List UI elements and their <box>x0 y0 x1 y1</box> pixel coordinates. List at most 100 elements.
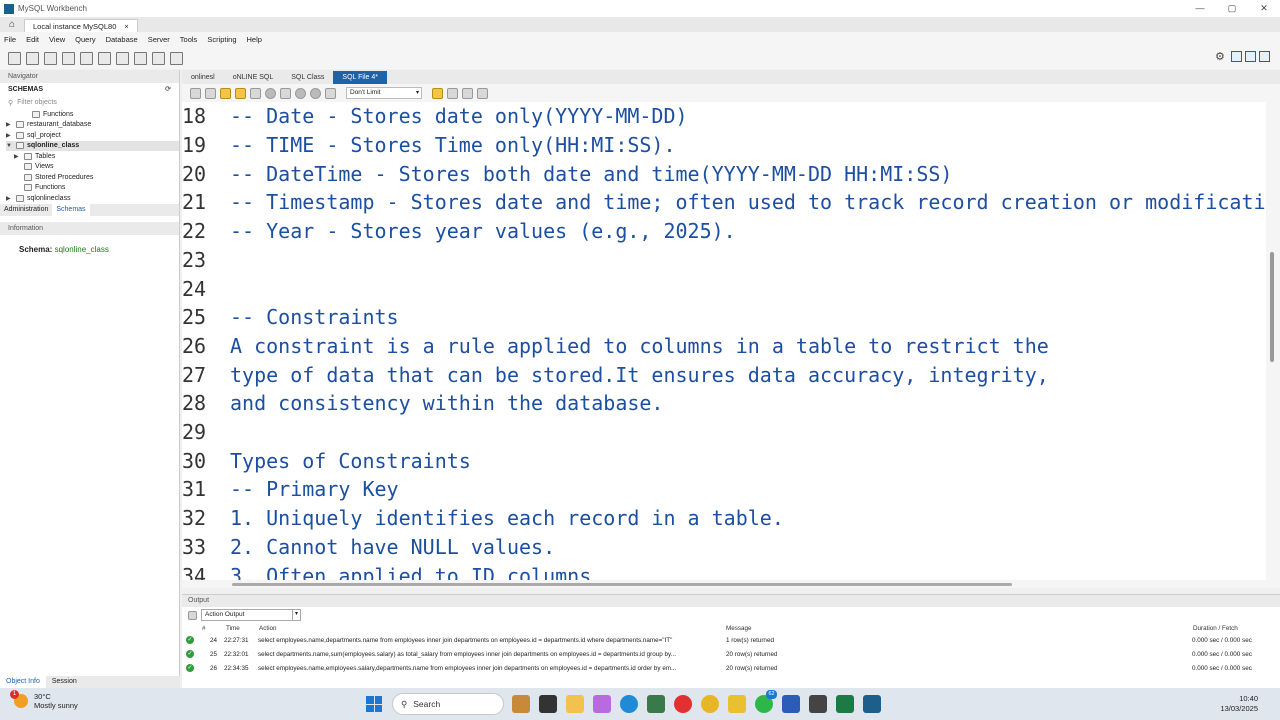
toggle-sidebar-icon[interactable] <box>1231 51 1242 62</box>
windows-start-icon[interactable] <box>366 696 382 712</box>
menu-edit[interactable]: Edit <box>26 35 39 44</box>
menu-bar: File Edit View Query Database Server Too… <box>0 32 1280 47</box>
menu-file[interactable]: File <box>4 35 16 44</box>
chrome-icon[interactable] <box>701 695 719 713</box>
menu-view[interactable]: View <box>49 35 65 44</box>
chevron-right-icon[interactable]: ▶ <box>6 132 13 139</box>
file-explorer-icon[interactable] <box>566 695 584 713</box>
chevron-right-icon[interactable]: ▶ <box>6 195 13 202</box>
query-tab[interactable]: SQL Class <box>282 71 333 84</box>
output-row[interactable]: ✓ 26 22:34:35 select employees.name,employe… <box>182 661 1280 675</box>
chevron-down-icon[interactable]: ▼ <box>6 143 13 149</box>
limit-select[interactable]: Don't Limit ▾ <box>346 87 422 99</box>
minimize-button[interactable]: — <box>1184 0 1216 17</box>
weather-icon: 1 <box>10 690 28 708</box>
word-wrap-icon[interactable] <box>477 87 488 99</box>
menu-tools[interactable]: Tools <box>180 35 198 44</box>
beautify-icon[interactable] <box>432 87 443 99</box>
toggle-error-icon[interactable] <box>280 87 291 99</box>
tree-item[interactable]: ▼ sqlonline_class <box>6 140 179 151</box>
filter-objects[interactable]: ⚲ Filter objects <box>0 96 179 109</box>
menu-server[interactable]: Server <box>148 35 170 44</box>
create-table-icon[interactable] <box>80 51 93 65</box>
copy-icon[interactable] <box>188 610 197 620</box>
commit-icon[interactable] <box>295 87 306 99</box>
output-type-select[interactable]: Action Output ▾ <box>201 609 301 621</box>
tree-item[interactable]: ▶ sqlonlineclass <box>6 193 179 204</box>
home-icon[interactable]: ⌂ <box>0 17 24 32</box>
refresh-icon[interactable]: ⟳ <box>165 83 171 96</box>
output-row[interactable]: ✓ 25 22:32:01 select departments.name,sum(e… <box>182 647 1280 661</box>
sql-editor[interactable]: 18 -- Date - Stores date only(YYYY-MM-DD)… <box>182 102 1266 580</box>
store-icon[interactable] <box>647 695 665 713</box>
sticky-notes-icon[interactable] <box>728 695 746 713</box>
tree-item[interactable]: Functions <box>6 109 179 120</box>
invisible-chars-icon[interactable] <box>462 87 473 99</box>
create-view-icon[interactable] <box>98 51 111 65</box>
connection-tab[interactable]: Local instance MySQL80 × <box>24 19 138 32</box>
menu-query[interactable]: Query <box>75 35 95 44</box>
gear-icon[interactable]: ⚙ <box>1215 51 1228 64</box>
execute-current-icon[interactable] <box>235 87 246 99</box>
close-tab-icon[interactable]: × <box>124 22 128 31</box>
scroll-thumb[interactable] <box>232 583 1012 586</box>
maximize-button[interactable]: ▢ <box>1216 0 1248 17</box>
search-table-data-icon[interactable] <box>152 51 165 65</box>
open-sql-script-icon[interactable] <box>26 51 39 65</box>
tree-item[interactable]: ▶ restaurant_database <box>6 120 179 131</box>
copilot-icon[interactable] <box>593 695 611 713</box>
task-view-icon[interactable] <box>539 695 557 713</box>
query-tab[interactable]: oNLINE SQL <box>224 71 282 84</box>
whatsapp-icon[interactable]: 62 <box>755 690 777 713</box>
close-window-button[interactable]: ✕ <box>1248 0 1280 17</box>
tree-item[interactable]: Functions <box>6 183 179 194</box>
save-icon[interactable] <box>205 87 216 99</box>
editor-vertical-scrollbar[interactable] <box>1266 102 1280 580</box>
query-tab-active[interactable]: SQL File 4* <box>333 71 387 84</box>
weather-widget[interactable]: 1 30°C Mostly sunny <box>10 690 78 710</box>
tree-item[interactable]: ▶ Tables <box>6 151 179 162</box>
menu-help[interactable]: Help <box>247 35 262 44</box>
tab-session[interactable]: Session <box>46 676 83 688</box>
reconnect-icon[interactable] <box>170 51 183 65</box>
opera-icon[interactable] <box>674 695 692 713</box>
tab-administration[interactable]: Administration <box>0 204 52 216</box>
execute-icon[interactable] <box>220 87 231 99</box>
scroll-thumb[interactable] <box>1270 252 1274 362</box>
rollback-icon[interactable] <box>310 87 321 99</box>
stop-icon[interactable] <box>265 87 276 99</box>
tree-item-label: Stored Procedures <box>35 173 94 181</box>
chevron-right-icon[interactable]: ▶ <box>14 153 21 160</box>
system-clock[interactable]: 10:40 13/03/2025 <box>1220 694 1258 714</box>
chevron-right-icon[interactable]: ▶ <box>6 121 13 128</box>
excel-icon[interactable] <box>836 695 854 713</box>
create-schema-icon[interactable] <box>62 51 75 65</box>
find-icon[interactable] <box>447 87 458 99</box>
query-tab[interactable]: onlinesl <box>182 71 224 84</box>
tree-item[interactable]: ▶ sql_project <box>6 130 179 141</box>
briefcase-icon[interactable] <box>512 695 530 713</box>
tree-item[interactable]: Views <box>6 162 179 173</box>
word-icon[interactable] <box>782 695 800 713</box>
open-file-icon[interactable] <box>190 87 201 99</box>
output-row[interactable]: ✓ 24 22:27:31 select employees.name,departm… <box>182 633 1280 647</box>
row-message: 20 row(s) returned <box>726 650 778 658</box>
toggle-secondary-sidebar-icon[interactable] <box>1259 51 1270 62</box>
menu-scripting[interactable]: Scripting <box>207 35 236 44</box>
tree-item[interactable]: Stored Procedures <box>6 172 179 183</box>
tab-object-info[interactable]: Object Info <box>0 676 46 688</box>
edge-icon[interactable] <box>620 695 638 713</box>
toggle-output-icon[interactable] <box>1245 51 1256 62</box>
create-function-icon[interactable] <box>134 51 147 65</box>
editor-horizontal-scrollbar[interactable] <box>182 580 1280 588</box>
autocommit-icon[interactable] <box>325 87 336 99</box>
tab-schemas[interactable]: Schemas <box>52 204 90 216</box>
mysql-workbench-icon[interactable] <box>863 695 881 713</box>
schema-inspector-icon[interactable] <box>44 51 57 65</box>
taskbar-search[interactable]: ⚲ Search <box>392 693 504 715</box>
terminal-icon[interactable] <box>809 695 827 713</box>
new-sql-tab-icon[interactable] <box>8 51 21 65</box>
explain-icon[interactable] <box>250 87 261 99</box>
menu-database[interactable]: Database <box>106 35 138 44</box>
create-procedure-icon[interactable] <box>116 51 129 65</box>
